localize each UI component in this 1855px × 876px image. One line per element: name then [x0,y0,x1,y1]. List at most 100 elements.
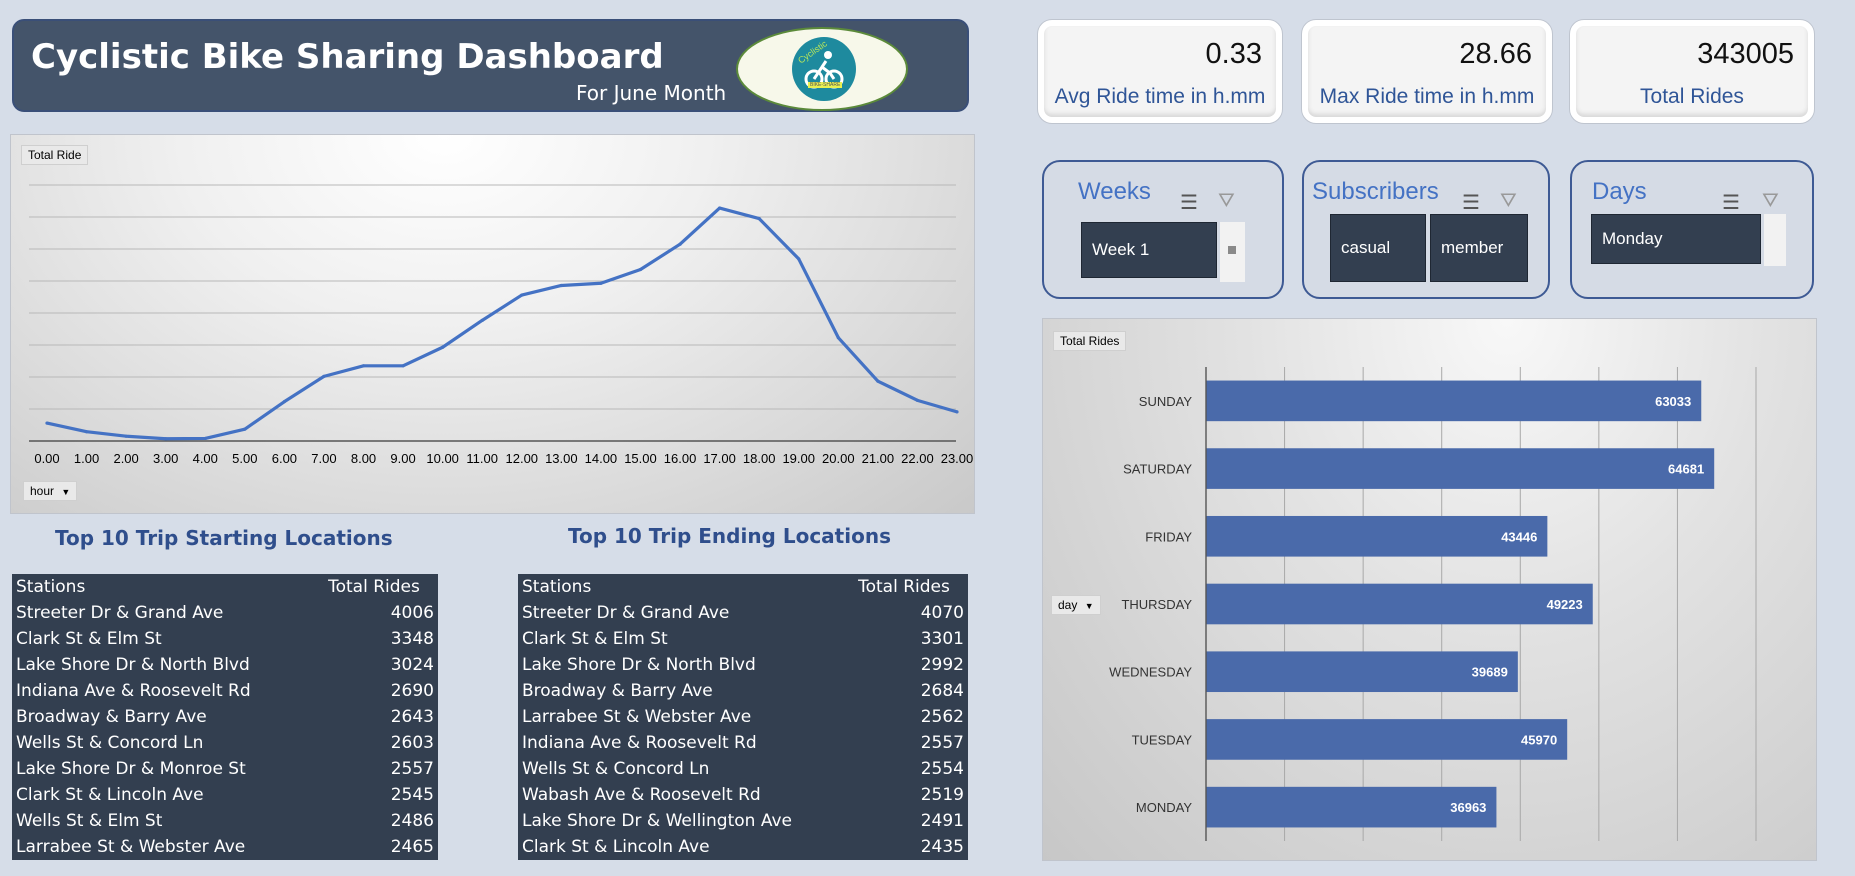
x-tick-label: 3.00 [153,451,178,466]
x-tick-label: 16.00 [664,451,697,466]
y-category-label: THURSDAY [1121,597,1192,612]
table-header-row: Stations Total Rides [12,574,438,600]
hour-axis-field-label: hour [30,484,55,498]
data-point [836,336,840,340]
kpi-value: 28.66 [1459,38,1532,70]
data-point [401,364,405,368]
slicer-item-member[interactable]: member [1430,214,1528,282]
data-point [678,242,682,246]
hour-axis-field-button[interactable]: hour ▼ [23,481,78,501]
kpi-label: Avg Ride time in h.mm [1054,85,1266,108]
total-rides-cell: 2684 [920,681,964,701]
day-axis-field-button[interactable]: day ▼ [1051,595,1101,615]
y-category-label: MONDAY [1136,800,1192,815]
x-tick-label: 22.00 [901,451,934,466]
bar [1206,515,1548,557]
total-ride-series-line [46,206,958,441]
bar-data-label: 39689 [1472,665,1508,680]
table-row: Clark St & Elm St 3348 [12,626,438,652]
x-tick-label: 12.00 [506,451,539,466]
total-rides-cell: 3024 [390,655,434,675]
stations-header: Stations [16,577,86,597]
x-tick-label: 11.00 [466,451,498,466]
x-tick-label: 21.00 [862,451,895,466]
start-locations-table: Stations Total Rides Streeter Dr & Grand… [12,574,438,860]
slicer-title: Days [1592,178,1647,205]
kpi-avg-ride-time: 0.33 Avg Ride time in h.mm [1038,20,1282,123]
table-row: Streeter Dr & Grand Ave 4070 [518,600,968,626]
station-name-cell: Clark St & Elm St [16,629,162,649]
slicer-item-monday[interactable]: Monday [1591,214,1761,264]
station-name-cell: Wells St & Concord Ln [16,733,204,753]
bar [1206,583,1593,625]
table-row: Lake Shore Dr & North Blvd 2992 [518,652,968,678]
station-name-cell: Streeter Dr & Grand Ave [522,603,730,623]
y-category-label: TUESDAY [1132,732,1193,747]
x-tick-label: 9.00 [390,451,415,466]
total-rides-cell: 2491 [920,811,964,831]
table-row: Wabash Ave & Roosevelt Rd 2519 [518,782,968,808]
x-tick-label: 14.00 [585,451,618,466]
chevron-down-icon: ▼ [61,487,71,497]
total-rides-cell: 3301 [920,629,964,649]
data-point [520,293,524,297]
data-point [638,267,643,272]
total-rides-cell: 2486 [390,811,434,831]
slicer-title: Weeks [1078,178,1151,205]
station-name-cell: Streeter Dr & Grand Ave [16,603,224,623]
table-row: Broadway & Barry Ave 2643 [12,704,438,730]
logo: Cyclistic BIKE-SHARE [736,27,908,111]
bar-data-label: 36963 [1450,800,1486,815]
multi-select-icon[interactable]: ☰ [1722,190,1740,215]
table-row: Wells St & Concord Ln 2603 [12,730,438,756]
end-locations-table: Stations Total Rides Streeter Dr & Grand… [518,574,968,860]
total-rides-cell: 4006 [390,603,434,623]
x-tick-label: 17.00 [703,451,736,466]
data-point [718,206,722,210]
hourly-rides-line-chart: 0.00 1.00 2.00 3.00 4.00 5.00 6.00 7.00 8.00 9.00… [29,184,973,466]
x-tick-label: 8.00 [351,451,376,466]
x-tick-label: 18.00 [743,451,776,466]
hourly-rides-chart-panel: Total Ride 0.00 1.00 2.00 3.00 4.00 5.00 6.00 7… [10,134,975,514]
slicer-item-casual[interactable]: casual [1330,214,1426,282]
clear-filter-icon[interactable]: ⛛ [1762,190,1779,213]
dashboard-title: Cyclistic Bike Sharing Dashboard [31,37,664,77]
x-tick-label: 4.00 [193,451,218,466]
data-point [84,430,89,434]
chevron-down-icon: ▼ [1084,601,1094,611]
clear-filter-icon[interactable]: ⛛ [1500,190,1517,213]
kpi-max-ride-time: 28.66 Max Ride time in h.mm [1302,20,1552,123]
kpi-label: Max Ride time in h.mm [1319,85,1535,108]
slicer-scrollbar[interactable] [1764,214,1786,266]
total-rides-cell: 3348 [390,629,434,649]
station-name-cell: Clark St & Lincoln Ave [522,837,710,857]
bar-data-label: 45970 [1521,732,1557,747]
data-point [203,436,207,441]
table-header-row: Stations Total Rides [518,574,968,600]
station-name-cell: Broadway & Barry Ave [16,707,207,727]
total-rides-header: Total Rides [328,577,420,597]
total-rides-cell: 2690 [390,681,434,701]
multi-select-icon[interactable]: ☰ [1180,190,1198,215]
table-row: Broadway & Barry Ave 2684 [518,678,968,704]
table-row: Clark St & Lincoln Ave 2435 [518,834,968,860]
slicer-item-week-1[interactable]: Week 1 [1081,222,1217,278]
table-row: Wells St & Elm St 2486 [12,808,438,834]
table-row: Larrabee St & Webster Ave 2465 [12,834,438,860]
multi-select-icon[interactable]: ☰ [1462,190,1480,215]
clear-filter-icon[interactable]: ⛛ [1218,190,1235,213]
bar-data-label: 63033 [1655,394,1691,409]
start-locations-title: Top 10 Trip Starting Locations [55,526,393,550]
station-name-cell: Larrabee St & Webster Ave [522,707,752,727]
total-rides-cell: 2519 [920,785,964,805]
table-row: Wells St & Concord Ln 2554 [518,756,968,782]
subscribers-slicer: Subscribers ☰ ⛛ casual member [1302,160,1550,299]
data-point [599,281,603,285]
slicer-scrollbar[interactable] [1220,222,1245,282]
bike-logo-icon: Cyclistic BIKE-SHARE [792,37,856,101]
total-rides-cell: 2465 [390,837,434,857]
data-point [876,379,880,383]
bar-data-label: 64681 [1668,462,1704,477]
stations-header: Stations [522,577,592,597]
data-point [124,434,128,438]
